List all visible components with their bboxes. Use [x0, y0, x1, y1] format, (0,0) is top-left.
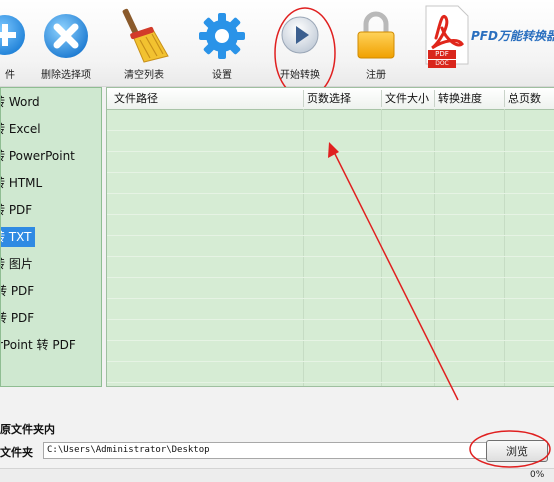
register-button[interactable]: 注册: [336, 0, 416, 86]
format-sidebar: 转 Word 转 Excel 转 PowerPoint 转 HTML 转 PDF…: [0, 87, 102, 387]
settings-label: 设置: [212, 70, 232, 81]
delete-icon: [44, 14, 88, 58]
column-header-page-select[interactable]: 页数选择: [307, 88, 351, 109]
sidebar-item-ppt-to-pdf[interactable]: rPoint 转 PDF: [1, 335, 76, 355]
sidebar-item-html[interactable]: 转 HTML: [1, 173, 42, 193]
pdf-badge: PDF: [428, 50, 456, 59]
delete-selected-button[interactable]: 删除选择项: [26, 0, 106, 86]
save-to-source-label: 原文件夹内: [0, 423, 55, 436]
header-divider: [303, 90, 304, 107]
annotation-arrow: [328, 142, 459, 401]
app-title: PFD万能转换器: [471, 29, 554, 43]
broom-icon: [122, 8, 169, 63]
sidebar-item-word[interactable]: 转 Word: [1, 92, 40, 112]
status-bar: [0, 468, 554, 482]
table-header: 文件路径 页数选择 文件大小 转换进度 总页数: [107, 88, 554, 110]
column-header-total-pages[interactable]: 总页数: [508, 88, 541, 109]
toolbar: 件 删除选择项 清空列表 设置 开始转换 注册 PDF DOC PFD万能转换器: [0, 0, 554, 99]
output-folder-label: 文件夹: [0, 446, 33, 459]
column-header-file-path[interactable]: 文件路径: [114, 88, 158, 109]
table-row-line: [107, 130, 554, 131]
gear-icon: [199, 13, 245, 59]
add-file-icon: [0, 15, 25, 55]
sidebar-item-excel[interactable]: 转 Excel: [1, 119, 41, 139]
settings-button[interactable]: 设置: [182, 0, 262, 86]
header-divider: [381, 90, 382, 107]
column-header-progress[interactable]: 转换进度: [438, 88, 482, 109]
progress-percent: 0%: [530, 470, 545, 480]
header-divider: [434, 90, 435, 107]
header-divider: [504, 90, 505, 107]
sidebar-item-txt[interactable]: 转 TXT: [1, 227, 35, 247]
sidebar-item-pdf-1[interactable]: 转 PDF: [1, 200, 32, 220]
delete-selected-label: 删除选择项: [41, 70, 91, 81]
sidebar-item-powerpoint[interactable]: 转 PowerPoint: [1, 146, 75, 166]
register-label: 注册: [366, 70, 386, 81]
sidebar-item-pdf-3[interactable]: 转 PDF: [1, 308, 34, 328]
clear-list-label: 清空列表: [124, 70, 164, 81]
lock-icon: [357, 11, 395, 59]
clear-list-button[interactable]: 清空列表: [104, 0, 184, 86]
sidebar-item-pdf-2[interactable]: 转 PDF: [1, 281, 34, 301]
sidebar-item-image[interactable]: 转 图片: [1, 254, 33, 274]
annotation-circle-browse: [469, 430, 551, 468]
doc-badge: DOC: [428, 60, 456, 68]
column-header-file-size[interactable]: 文件大小: [385, 88, 429, 109]
output-folder-input[interactable]: C:\Users\Administrator\Desktop: [43, 442, 488, 459]
